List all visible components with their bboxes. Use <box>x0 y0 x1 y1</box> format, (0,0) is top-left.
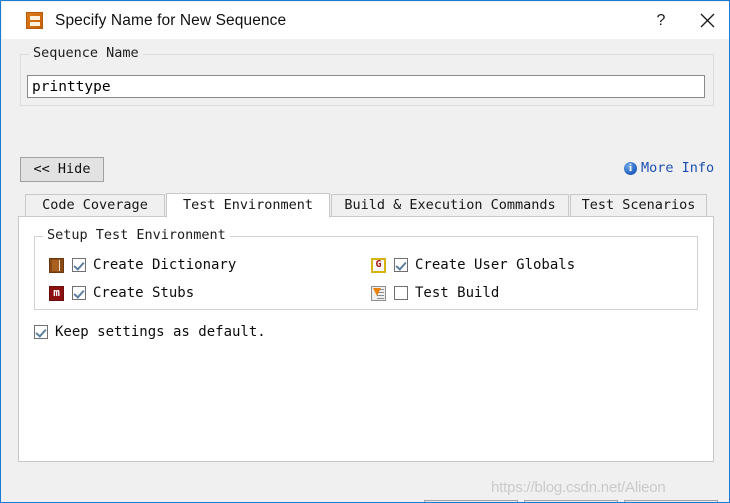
label-create-stubs: Create Stubs <box>93 285 194 301</box>
checkbox-row-create-stubs[interactable]: Create Stubs <box>49 285 194 301</box>
sequence-name-input[interactable] <box>27 75 705 98</box>
more-info-label: More Info <box>641 160 714 176</box>
window-title: Specify Name for New Sequence <box>55 12 286 30</box>
checkbox-row-test-build[interactable]: Test Build <box>371 285 499 301</box>
tab-strip: Code Coverage Test Environment Build & E… <box>18 193 714 217</box>
tab-test-scenarios[interactable]: Test Scenarios <box>570 194 707 217</box>
build-download-icon <box>371 286 386 301</box>
info-circle-icon <box>624 162 637 175</box>
checkbox-row-keep-settings[interactable]: Keep settings as default. <box>34 324 266 340</box>
sequence-name-legend: Sequence Name <box>29 45 143 61</box>
checkbox-create-dictionary[interactable] <box>72 258 86 272</box>
checkbox-create-user-globals[interactable] <box>394 258 408 272</box>
checkbox-row-create-dictionary[interactable]: Create Dictionary <box>49 257 236 273</box>
label-create-user-globals: Create User Globals <box>415 257 575 273</box>
app-grid-icon <box>26 12 43 29</box>
setup-test-environment-legend: Setup Test Environment <box>43 227 230 243</box>
label-keep-settings: Keep settings as default. <box>55 324 266 340</box>
tab-build-execution-commands[interactable]: Build & Execution Commands <box>331 194 569 217</box>
module-book-icon <box>49 286 64 301</box>
tab-test-environment[interactable]: Test Environment <box>166 193 330 218</box>
checkbox-create-stubs[interactable] <box>72 286 86 300</box>
dialog-body: Sequence Name << Hide More Info Code Cov… <box>2 39 730 502</box>
checkbox-test-build[interactable] <box>394 286 408 300</box>
book-icon <box>49 258 64 273</box>
tab-code-coverage[interactable]: Code Coverage <box>25 194 165 217</box>
sequence-name-group: Sequence Name <box>20 54 714 106</box>
hide-button[interactable]: << Hide <box>20 157 104 182</box>
label-test-build: Test Build <box>415 285 499 301</box>
dialog-window: Specify Name for New Sequence ? Sequence… <box>0 0 730 503</box>
label-create-dictionary: Create Dictionary <box>93 257 236 273</box>
help-icon[interactable]: ? <box>638 2 684 39</box>
close-icon[interactable] <box>684 2 730 39</box>
title-bar: Specify Name for New Sequence ? <box>2 2 730 39</box>
globals-g-icon <box>371 258 386 273</box>
checkbox-row-create-user-globals[interactable]: Create User Globals <box>371 257 575 273</box>
checkbox-keep-settings[interactable] <box>34 325 48 339</box>
more-info-link[interactable]: More Info <box>624 160 730 176</box>
test-environment-panel: Setup Test Environment Create Dictionary… <box>18 216 714 462</box>
